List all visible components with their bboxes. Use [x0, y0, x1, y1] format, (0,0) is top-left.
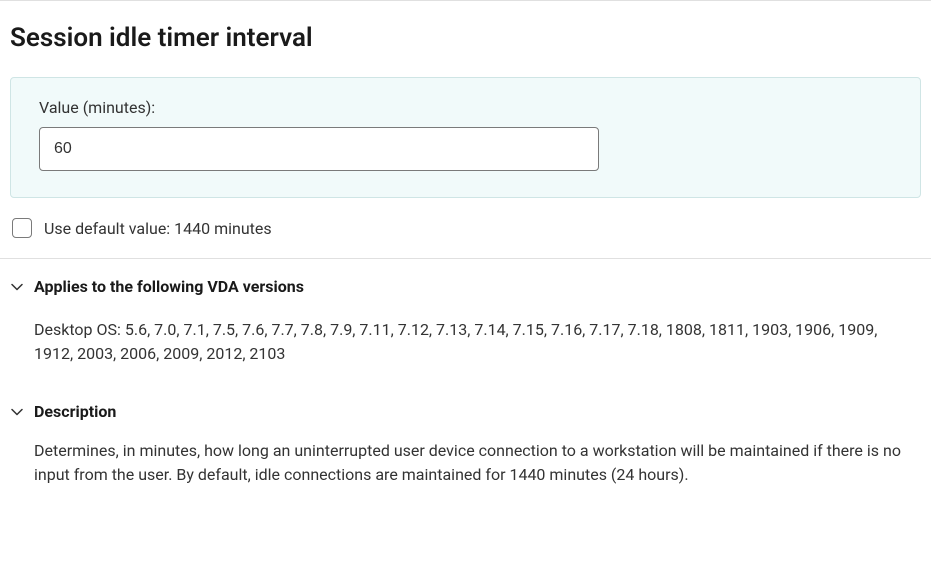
description-section: Description Determines, in minutes, how … — [0, 384, 931, 487]
description-header[interactable]: Description — [10, 384, 921, 431]
vda-versions-header[interactable]: Applies to the following VDA versions — [10, 259, 921, 306]
value-input[interactable] — [39, 127, 599, 171]
vda-versions-body: Desktop OS: 5.6, 7.0, 7.1, 7.5, 7.6, 7.7… — [10, 306, 910, 374]
vda-versions-title: Applies to the following VDA versions — [34, 277, 304, 296]
chevron-down-icon — [10, 280, 24, 294]
default-value-label[interactable]: Use default value: 1440 minutes — [44, 219, 272, 238]
description-body: Determines, in minutes, how long an unin… — [10, 431, 910, 487]
chevron-down-icon — [10, 405, 24, 419]
default-value-checkbox[interactable] — [12, 218, 32, 238]
value-label: Value (minutes): — [39, 98, 892, 117]
page-title: Session idle timer interval — [0, 1, 931, 77]
description-title: Description — [34, 402, 116, 421]
vda-versions-section: Applies to the following VDA versions De… — [0, 259, 931, 374]
value-panel: Value (minutes): — [10, 77, 921, 198]
default-value-row: Use default value: 1440 minutes — [0, 198, 931, 258]
